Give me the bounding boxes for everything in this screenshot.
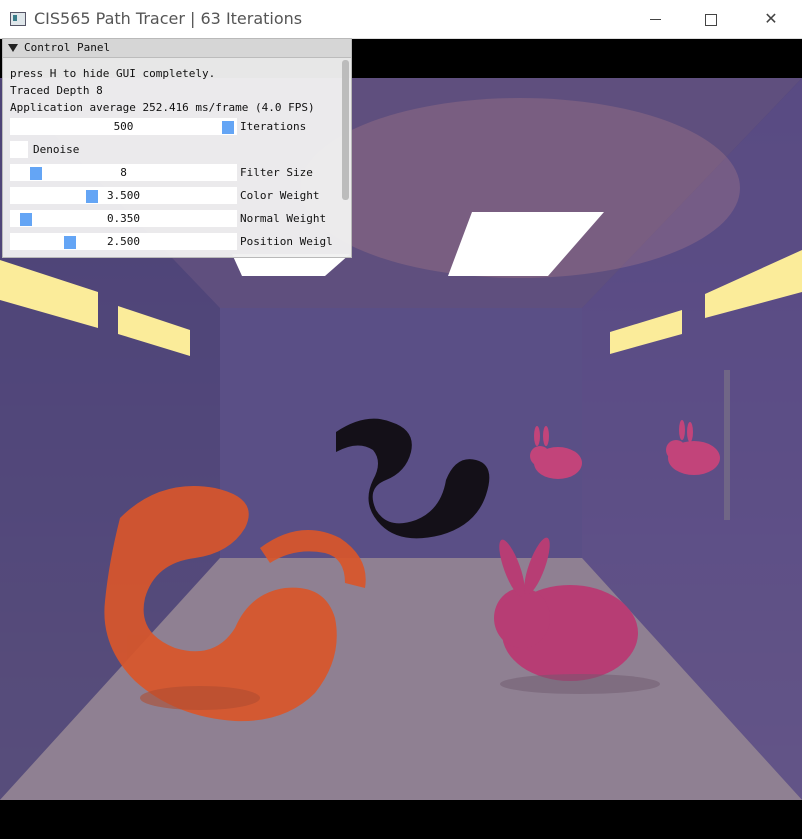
filter-size-value: 8 — [120, 166, 127, 179]
minimize-icon — [649, 19, 661, 20]
collapse-triangle-icon[interactable] — [8, 44, 18, 52]
color-weight-slider[interactable]: 3.500 — [10, 187, 237, 204]
position-weight-label: Position Weigl — [240, 235, 333, 248]
window-title: CIS565 Path Tracer | 63 Iterations — [34, 9, 303, 28]
iterations-label: Iterations — [240, 120, 307, 133]
maximize-icon — [705, 13, 717, 26]
control-panel[interactable]: Control Panel press H to hide GUI comple… — [2, 38, 352, 258]
bottom-bar — [0, 800, 802, 839]
traced-depth-text: Traced Depth 8 — [10, 84, 103, 97]
position-weight-slider[interactable]: 2.500 — [10, 233, 237, 250]
position-weight-value: 2.500 — [106, 235, 141, 248]
filter-size-label: Filter Size — [240, 166, 313, 179]
bunny-shadow — [500, 674, 660, 694]
color-weight-label: Color Weight — [240, 189, 320, 202]
color-weight-value: 3.500 — [106, 189, 141, 202]
maximize-button[interactable] — [688, 0, 734, 38]
close-icon: ✕ — [764, 9, 778, 28]
panel-title: Control Panel — [24, 41, 111, 54]
filter-size-slider[interactable]: 8 — [10, 164, 237, 181]
hint-text: press H to hide GUI completely. — [10, 67, 216, 80]
normal-weight-label: Normal Weight — [240, 212, 327, 225]
iterations-slider[interactable]: 500 — [10, 118, 237, 135]
mirror-edge — [724, 370, 730, 520]
minimize-button[interactable] — [632, 0, 678, 38]
iterations-value: 500 — [113, 120, 134, 133]
normal-weight-slider[interactable]: 0.350 — [10, 210, 237, 227]
close-button[interactable]: ✕ — [748, 0, 794, 38]
normal-weight-value: 0.350 — [106, 212, 141, 225]
denoise-label: Denoise — [33, 143, 80, 156]
fps-text: Application average 252.416 ms/frame (4.… — [10, 101, 315, 114]
title-bar: CIS565 Path Tracer | 63 Iterations ✕ — [0, 0, 802, 39]
panel-header[interactable]: Control Panel — [3, 39, 351, 58]
panel-scrollbar[interactable] — [342, 60, 349, 200]
denoise-checkbox[interactable] — [10, 141, 28, 158]
app-icon — [10, 12, 26, 26]
